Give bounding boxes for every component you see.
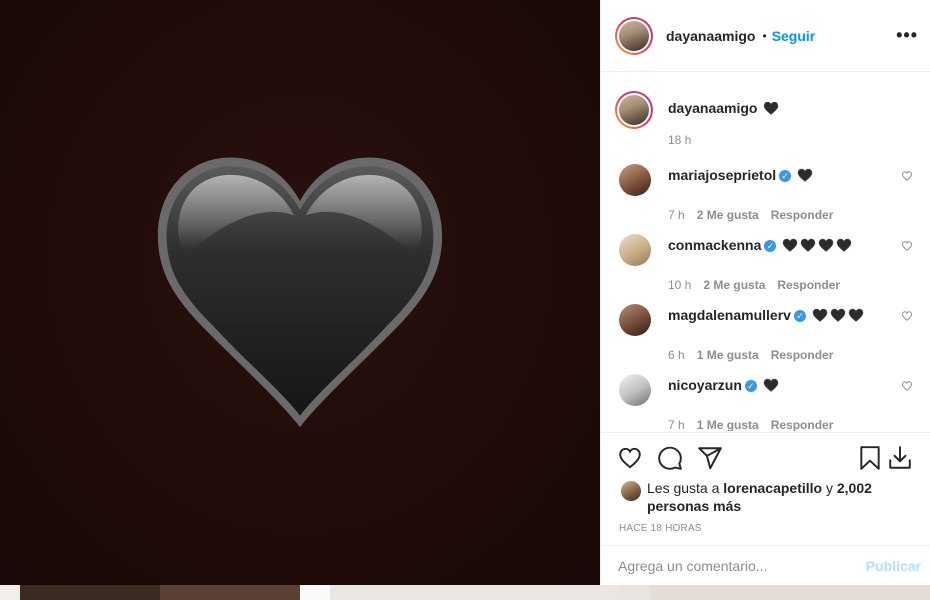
likes-summary: Les gusta a lorenacapetillo y 2,002 pers…: [621, 479, 897, 515]
background-feed-strip: [0, 585, 930, 600]
comment-like-heart-icon[interactable]: [901, 170, 913, 182]
black-heart-icon: [797, 168, 813, 185]
verified-badge-icon: ✓: [779, 170, 792, 182]
caption-avatar[interactable]: [615, 91, 653, 129]
post-media[interactable]: [0, 0, 600, 585]
comment-item: nicoyarzun ✓ 7 h 1 Me gusta Responder: [619, 374, 919, 431]
verified-badge-icon: ✓: [793, 310, 806, 322]
black-heart-icon: [836, 238, 852, 255]
black-heart-icon: [764, 101, 779, 115]
commenter-username[interactable]: nicoyarzun: [668, 377, 742, 393]
liker-avatar[interactable]: [621, 481, 641, 501]
liker-username[interactable]: lorenacapetillo: [723, 480, 822, 496]
post-actions: Les gusta a lorenacapetillo y 2,002 pers…: [601, 432, 930, 544]
follow-button[interactable]: Seguir: [772, 28, 816, 44]
like-heart-icon[interactable]: [617, 445, 643, 471]
reply-button[interactable]: Responder: [771, 208, 834, 222]
black-heart-icon: [763, 378, 779, 395]
commenter-avatar[interactable]: [619, 164, 651, 196]
comment-like-heart-icon[interactable]: [901, 240, 913, 252]
separator-dot: •: [762, 28, 767, 43]
black-heart-icon: [818, 238, 834, 255]
verified-badge-icon: ✓: [744, 380, 757, 392]
comment-time: 7 h: [668, 208, 685, 222]
black-heart-icon: [782, 238, 798, 255]
post-timestamp: HACE 18 HORAS: [619, 523, 702, 534]
black-heart-emoji: [157, 157, 443, 428]
save-bookmark-icon[interactable]: [857, 445, 883, 471]
reply-button[interactable]: Responder: [771, 418, 834, 431]
comment-time: 6 h: [668, 348, 685, 362]
comment-time: 10 h: [668, 278, 692, 292]
reply-button[interactable]: Responder: [777, 278, 840, 292]
comment-likes-count[interactable]: 2 Me gusta: [697, 208, 759, 222]
download-icon[interactable]: [887, 445, 913, 471]
commenter-avatar[interactable]: [619, 234, 651, 266]
comment-time: 7 h: [668, 418, 685, 431]
post-caption: dayanaamigo 18 h: [615, 91, 915, 147]
comment-item: mariajoseprietol ✓ 7 h 2 Me gusta Responder: [619, 164, 919, 222]
verified-badge-icon: ✓: [764, 240, 777, 252]
share-icon[interactable]: [697, 445, 723, 471]
comment-likes-count[interactable]: 1 Me gusta: [697, 418, 759, 431]
likes-conj: y: [825, 480, 833, 496]
comments-list[interactable]: dayanaamigo 18 h mariajoseprietol ✓ 7 h2 …: [601, 73, 930, 431]
comment-icon[interactable]: [657, 445, 683, 471]
black-heart-icon: [848, 308, 864, 325]
commenter-username[interactable]: magdalenamullerv: [668, 307, 791, 323]
black-heart-icon: [800, 238, 816, 255]
comment-item: magdalenamullerv ✓ 6 h 1 Me gusta Responder: [619, 304, 919, 362]
reply-button[interactable]: Responder: [771, 348, 834, 362]
black-heart-icon: [830, 308, 846, 325]
comment-likes-count[interactable]: 1 Me gusta: [697, 348, 759, 362]
comment-input[interactable]: [618, 557, 866, 574]
likes-prefix: Les gusta a: [647, 480, 720, 496]
commenter-avatar[interactable]: [619, 374, 651, 406]
more-options-icon[interactable]: •••: [896, 25, 918, 46]
post-header: dayanaamigo • Seguir •••: [601, 0, 930, 72]
comment-like-heart-icon[interactable]: [901, 310, 913, 322]
comment-like-heart-icon[interactable]: [901, 380, 913, 392]
publish-button[interactable]: Publicar: [866, 558, 921, 574]
caption-username[interactable]: dayanaamigo: [668, 100, 757, 116]
black-heart-icon: [812, 308, 828, 325]
commenter-username[interactable]: conmackenna: [668, 237, 761, 253]
commenter-avatar[interactable]: [619, 304, 651, 336]
post-side-panel: dayanaamigo • Seguir ••• dayanaamigo 18 …: [600, 0, 930, 585]
comment-item: conmackenna ✓ 10 h 2 Me gusta Responder: [619, 234, 919, 292]
comment-likes-count[interactable]: 2 Me gusta: [703, 278, 765, 292]
caption-time: 18 h: [668, 133, 692, 147]
comment-composer: Publicar: [601, 545, 930, 585]
author-avatar[interactable]: [615, 16, 653, 55]
author-username[interactable]: dayanaamigo: [666, 28, 755, 44]
commenter-username[interactable]: mariajoseprietol: [668, 167, 776, 183]
